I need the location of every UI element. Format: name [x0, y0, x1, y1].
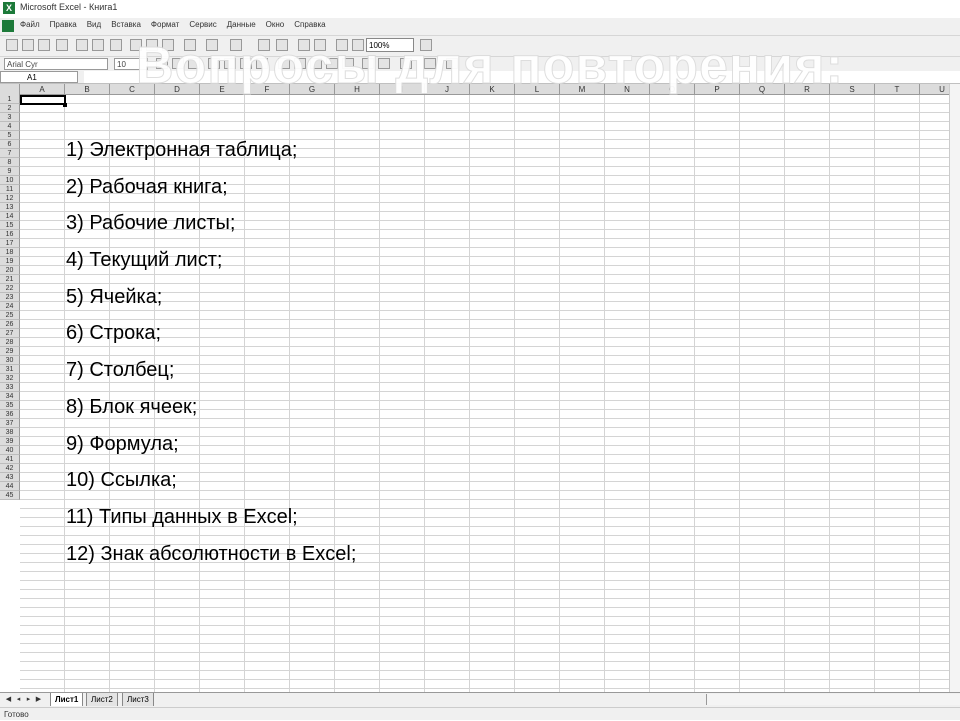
- save-icon[interactable]: [38, 39, 50, 51]
- sheet-tab[interactable]: Лист3: [122, 693, 154, 706]
- row-header[interactable]: 16: [0, 230, 20, 239]
- question-item: 7) Столбец;: [66, 359, 175, 382]
- row-header[interactable]: 25: [0, 311, 20, 320]
- row-header[interactable]: 43: [0, 473, 20, 482]
- column-header[interactable]: A: [20, 84, 65, 95]
- next-sheet-icon[interactable]: ▸: [24, 695, 33, 704]
- row-header[interactable]: 42: [0, 464, 20, 473]
- title-bar: X Microsoft Excel - Книга1: [0, 0, 960, 19]
- question-item: 4) Текущий лист;: [66, 249, 223, 272]
- question-item: 5) Ячейка;: [66, 285, 163, 308]
- row-header[interactable]: 39: [0, 437, 20, 446]
- row-header[interactable]: 28: [0, 338, 20, 347]
- row-header[interactable]: 22: [0, 284, 20, 293]
- row-header[interactable]: 17: [0, 239, 20, 248]
- question-item: 2) Рабочая книга;: [66, 175, 228, 198]
- row-header[interactable]: 1: [0, 95, 20, 104]
- menu-item[interactable]: Правка: [50, 20, 77, 29]
- row-header[interactable]: 45: [0, 491, 20, 500]
- menu-items: Файл Правка Вид Вставка Формат Сервис Данные Ок…: [20, 20, 326, 29]
- question-item: 6) Строка;: [66, 322, 162, 345]
- row-header[interactable]: 5: [0, 131, 20, 140]
- row-header[interactable]: 35: [0, 401, 20, 410]
- row-header[interactable]: 15: [0, 221, 20, 230]
- fill-handle[interactable]: [63, 103, 67, 107]
- row-header[interactable]: 38: [0, 428, 20, 437]
- row-header[interactable]: 32: [0, 374, 20, 383]
- question-item: 1) Электронная таблица;: [66, 139, 298, 161]
- row-header[interactable]: 11: [0, 185, 20, 194]
- question-item: 10) Ссылка;: [66, 469, 177, 492]
- row-header[interactable]: 3: [0, 113, 20, 122]
- row-header[interactable]: 2: [0, 104, 20, 113]
- question-item: 11) Типы данных в Excel;: [66, 505, 298, 528]
- menu-item[interactable]: Вид: [87, 20, 101, 29]
- row-header[interactable]: 4: [0, 122, 20, 131]
- question-item: 8) Блок ячеек;: [66, 395, 198, 418]
- row-header[interactable]: 44: [0, 482, 20, 491]
- prev-sheet-icon[interactable]: ◂: [14, 695, 23, 704]
- sheet-tab-bar: ◀ ◂ ▸ ▶ Лист1 Лист2 Лист3: [0, 692, 960, 707]
- row-header[interactable]: 34: [0, 392, 20, 401]
- row-header[interactable]: 9: [0, 167, 20, 176]
- question-item: 12) Знак абсолютности в Excel;: [66, 542, 357, 565]
- window-title: Microsoft Excel - Книга1: [20, 2, 118, 12]
- row-header[interactable]: 12: [0, 194, 20, 203]
- row-header[interactable]: 29: [0, 347, 20, 356]
- menu-item[interactable]: Формат: [151, 20, 179, 29]
- last-sheet-icon[interactable]: ▶: [34, 695, 43, 704]
- row-header[interactable]: 31: [0, 365, 20, 374]
- sheet-tab[interactable]: Лист1: [50, 693, 84, 706]
- new-document-icon[interactable]: [6, 39, 18, 51]
- question-item: 3) Рабочие листы;: [66, 212, 236, 235]
- menu-bar: Файл Правка Вид Вставка Формат Сервис Данные Ок…: [0, 18, 960, 36]
- menu-item[interactable]: Данные: [227, 20, 256, 29]
- row-header[interactable]: 13: [0, 203, 20, 212]
- status-bar: Готово: [0, 707, 960, 720]
- question-list: 1) Электронная таблица; 2) Рабочая книга;…: [66, 132, 356, 572]
- row-header[interactable]: 33: [0, 383, 20, 392]
- row-header[interactable]: 40: [0, 446, 20, 455]
- excel-app-icon: X: [3, 2, 15, 14]
- menu-item[interactable]: Файл: [20, 20, 40, 29]
- row-header[interactable]: 18: [0, 248, 20, 257]
- row-header[interactable]: 6: [0, 140, 20, 149]
- vertical-scrollbar[interactable]: [949, 84, 960, 692]
- row-header[interactable]: 26: [0, 320, 20, 329]
- horizontal-scrollbar[interactable]: [706, 694, 960, 705]
- question-item: 9) Формула;: [66, 432, 179, 455]
- row-header[interactable]: 37: [0, 419, 20, 428]
- row-header[interactable]: 23: [0, 293, 20, 302]
- row-header[interactable]: 27: [0, 329, 20, 338]
- row-header[interactable]: 24: [0, 302, 20, 311]
- first-sheet-icon[interactable]: ◀: [4, 695, 13, 704]
- row-header[interactable]: 8: [0, 158, 20, 167]
- row-header[interactable]: 21: [0, 275, 20, 284]
- row-header[interactable]: 19: [0, 257, 20, 266]
- row-header[interactable]: 20: [0, 266, 20, 275]
- active-cell-a1[interactable]: [20, 95, 66, 105]
- row-header[interactable]: 36: [0, 410, 20, 419]
- menu-item[interactable]: Справка: [294, 20, 325, 29]
- row-header[interactable]: 14: [0, 212, 20, 221]
- menu-item[interactable]: Сервис: [189, 20, 216, 29]
- open-folder-icon[interactable]: [22, 39, 34, 51]
- row-header[interactable]: 10: [0, 176, 20, 185]
- menu-item[interactable]: Окно: [266, 20, 285, 29]
- menu-item[interactable]: Вставка: [111, 20, 141, 29]
- row-header[interactable]: 41: [0, 455, 20, 464]
- excel-logo-icon: [2, 20, 14, 32]
- sheet-tab[interactable]: Лист2: [86, 693, 118, 706]
- row-header[interactable]: 30: [0, 356, 20, 365]
- slide-title: Вопросы для повторения:: [136, 37, 844, 96]
- row-header[interactable]: 7: [0, 149, 20, 158]
